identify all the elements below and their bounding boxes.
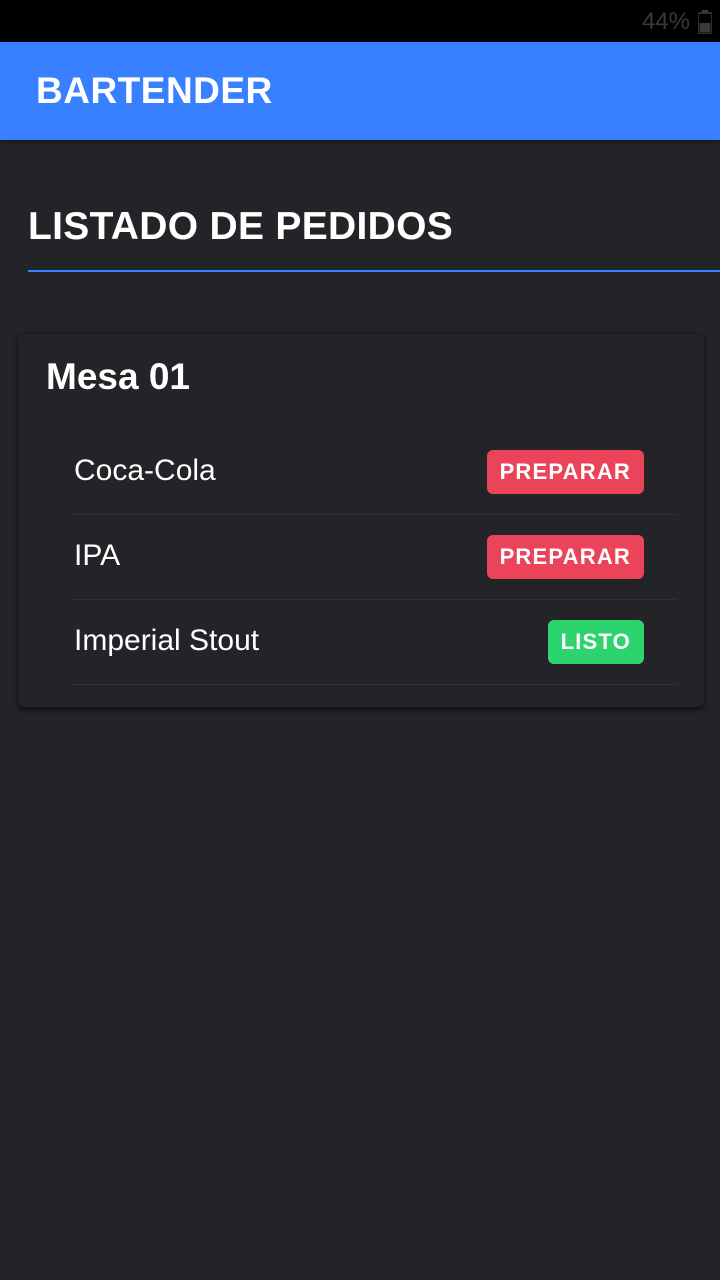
battery-icon xyxy=(698,10,712,34)
order-item: Coca-Cola PREPARAR xyxy=(72,430,676,515)
order-item: Imperial Stout LISTO xyxy=(72,600,676,685)
page-title: LISTADO DE PEDIDOS xyxy=(28,205,454,248)
prepare-button[interactable]: PREPARAR xyxy=(486,535,644,579)
order-item-name: IPA xyxy=(74,539,121,572)
order-item: IPA PREPARAR xyxy=(72,515,676,600)
app-toolbar: BARTENDER xyxy=(0,42,720,140)
order-list: Coca-Cola PREPARAR IPA PREPARAR Imperial… xyxy=(72,430,676,685)
order-item-name: Imperial Stout xyxy=(74,624,260,657)
app-title: BARTENDER xyxy=(36,70,273,111)
status-bar: 44% xyxy=(0,0,720,42)
battery-percentage: 44% xyxy=(641,8,690,35)
table-order-card: Mesa 01 Coca-Cola PREPARAR IPA PREPARAR … xyxy=(18,334,704,707)
order-item-name: Coca-Cola xyxy=(74,454,216,487)
table-title: Mesa 01 xyxy=(46,356,190,397)
title-divider xyxy=(28,270,720,272)
prepare-button[interactable]: PREPARAR xyxy=(486,450,644,494)
ready-button[interactable]: LISTO xyxy=(547,620,644,664)
